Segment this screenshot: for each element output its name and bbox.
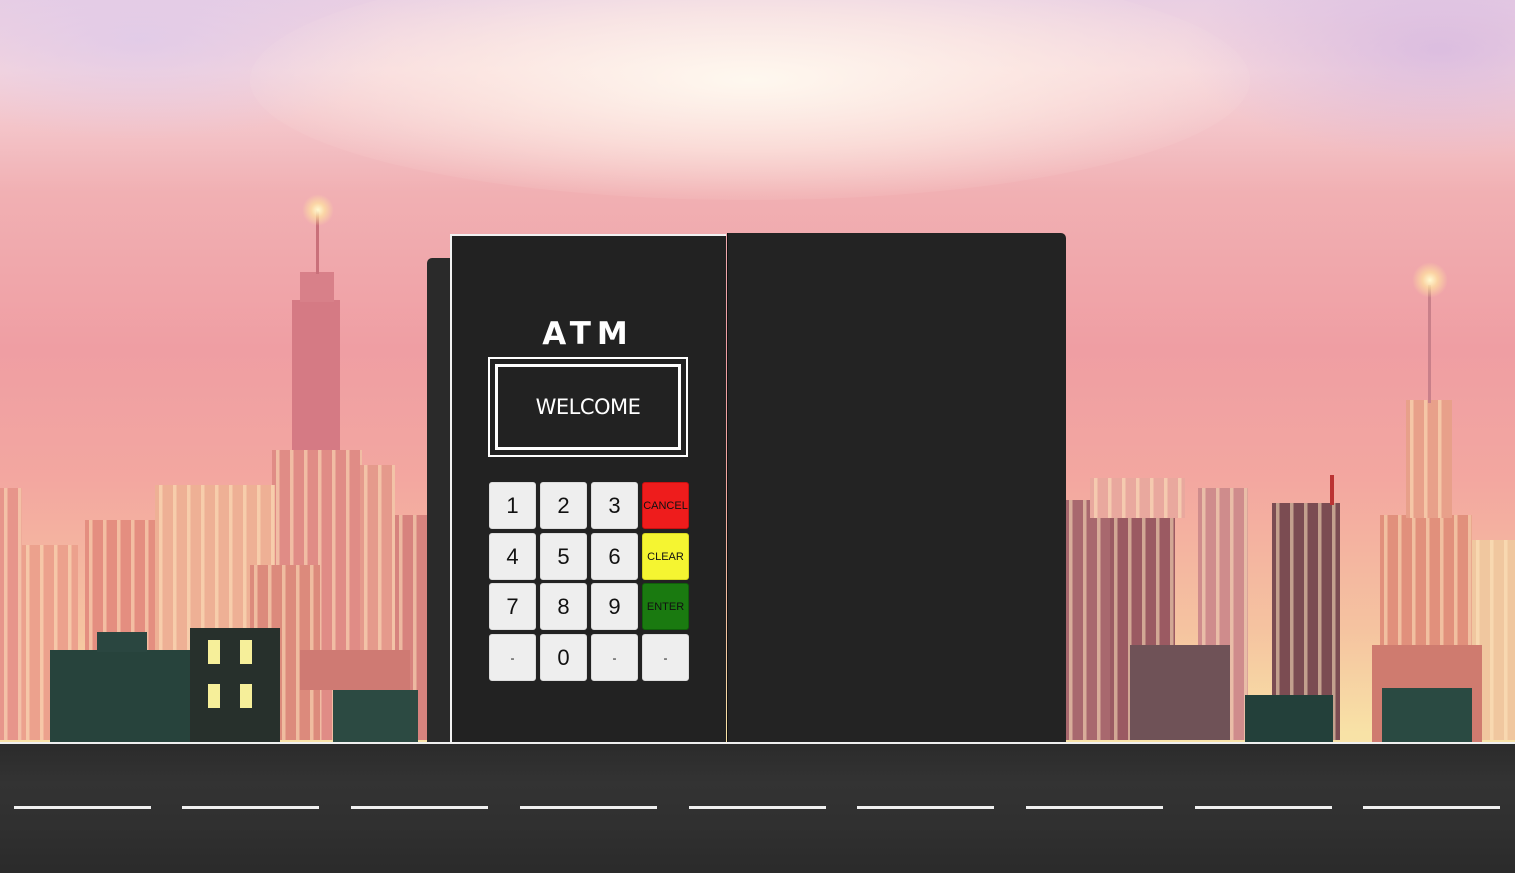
- road-marking: [857, 806, 994, 809]
- key-9[interactable]: 9: [591, 583, 638, 630]
- enter-button[interactable]: ENTER: [642, 583, 689, 630]
- road-marking: [1026, 806, 1163, 809]
- road-marking: [1363, 806, 1500, 809]
- key-blank-middle[interactable]: -: [591, 634, 638, 681]
- key-blank-right[interactable]: -: [642, 634, 689, 681]
- clear-button[interactable]: CLEAR: [642, 533, 689, 580]
- key-7[interactable]: 7: [489, 583, 536, 630]
- key-8[interactable]: 8: [540, 583, 587, 630]
- cancel-button[interactable]: CANCEL: [642, 482, 689, 529]
- atm-screen: WELCOME: [495, 364, 681, 450]
- key-blank-left[interactable]: -: [489, 634, 536, 681]
- key-3[interactable]: 3: [591, 482, 638, 529]
- key-6[interactable]: 6: [591, 533, 638, 580]
- key-1[interactable]: 1: [489, 482, 536, 529]
- atm-title: ATM: [542, 316, 634, 352]
- key-2[interactable]: 2: [540, 482, 587, 529]
- key-4[interactable]: 4: [489, 533, 536, 580]
- screen-message: WELCOME: [535, 395, 641, 419]
- key-5[interactable]: 5: [540, 533, 587, 580]
- road-marking: [182, 806, 319, 809]
- road-marking: [14, 806, 151, 809]
- atm-cabinet: [727, 233, 1066, 742]
- key-0[interactable]: 0: [540, 634, 587, 681]
- road-marking: [1195, 806, 1332, 809]
